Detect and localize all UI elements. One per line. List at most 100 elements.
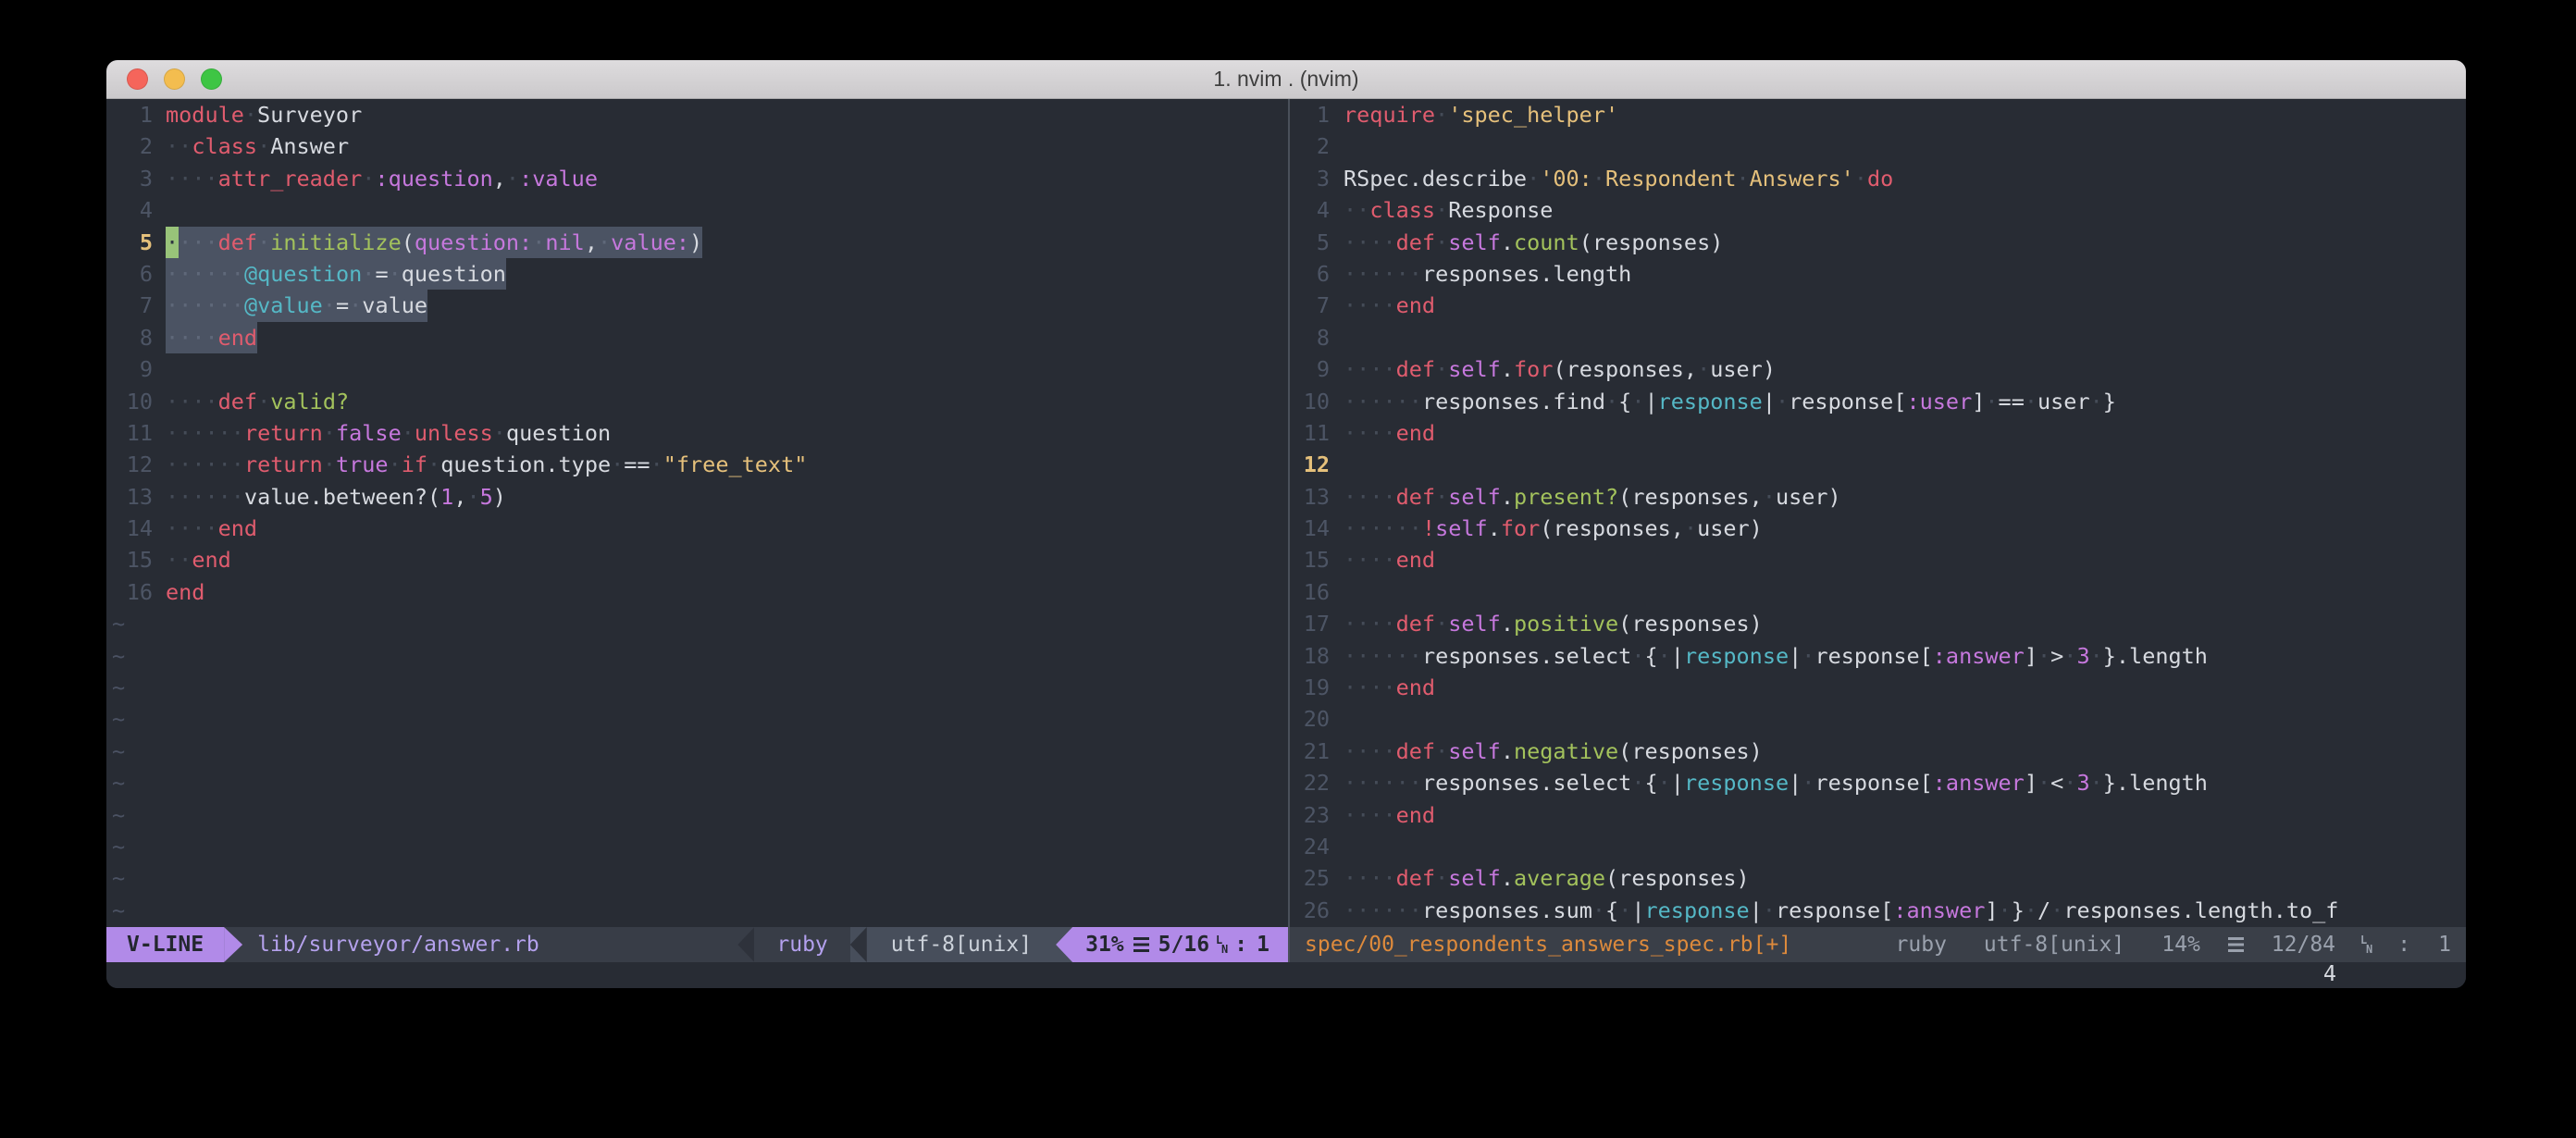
code-line[interactable]: 12······return·true·if·question.type·==·… [106,449,1288,480]
code-line[interactable]: 9 [106,353,1288,385]
code-text: ······@value·=·value [166,290,1288,321]
code-line[interactable]: 4 [106,194,1288,226]
code-line[interactable]: 1module·Surveyor [106,99,1288,130]
line-number: 9 [106,353,153,385]
code-text: ······responses.length [1344,258,2466,290]
code-line[interactable]: 3RSpec.describe·'00:·Respondent·Answers'… [1290,163,2466,194]
line-number: 13 [1290,481,1330,513]
encoding-label: utf-8[unix] [1984,927,2124,962]
mode-indicator: V-LINE [106,927,224,962]
code-text: ····end [1344,672,2466,703]
code-line[interactable]: 16end [106,576,1288,608]
code-line[interactable]: 6······responses.length [1290,258,2466,290]
line-number: 11 [106,417,153,449]
code-text: ··class·Answer [166,130,1288,162]
code-line[interactable]: 26······responses.sum·{·|response|·respo… [1290,895,2466,926]
right-code-area[interactable]: 1require·'spec_helper'23RSpec.describe·'… [1290,99,2466,927]
filetype-label: ruby [1896,927,1947,962]
code-line[interactable]: 13····def·self.present?(responses,·user) [1290,481,2466,513]
window-titlebar[interactable]: 1. nvim . (nvim) [106,60,2466,99]
code-line[interactable]: 22······responses.select·{·|response|·re… [1290,767,2466,798]
code-line[interactable]: 21····def·self.negative(responses) [1290,736,2466,767]
close-button[interactable] [127,68,148,90]
minimize-button[interactable] [164,68,185,90]
code-text [1344,703,2466,735]
visual-selection: ······@question·=·question [166,258,506,290]
code-line[interactable]: 14····end [106,513,1288,544]
code-text: ····def·self.average(responses) [1344,862,2466,894]
tilde-row: ~ [106,799,1288,831]
code-line[interactable]: 11 ······return·false·unless·question [106,417,1288,449]
code-line[interactable]: 17····def·self.positive(responses) [1290,608,2466,639]
line-number: 11 [1290,417,1330,449]
code-line[interactable]: 5····def·initialize(question:·nil,·value… [106,227,1288,258]
left-code-area[interactable]: 1module·Surveyor2··class·Answer3 ····attr… [106,99,1288,927]
gap [1947,927,1984,962]
column-separator: : [2397,927,2410,962]
code-text [1344,831,2466,862]
visual-selection: ······@value·=·value [166,290,427,321]
pane-spec-rb: 1require·'spec_helper'23RSpec.describe·'… [1290,99,2466,962]
code-line[interactable]: 19····end [1290,672,2466,703]
code-line[interactable]: 14······!self.for(responses,·user) [1290,513,2466,544]
powerline-left-arrow-icon [1056,927,1072,962]
code-line[interactable]: 11 ····end [1290,417,2466,449]
code-text: ······value.between?(1,·5) [166,481,1288,513]
lines-icon [1133,937,1149,952]
line-number: 3 [106,163,153,194]
column-separator: : [1234,933,1247,957]
code-line[interactable]: 15····end [1290,544,2466,575]
tilde-row: ~ [106,608,1288,639]
code-line[interactable]: 16 [1290,576,2466,608]
code-text: ····end [1344,417,2466,449]
code-text: ····def·self.negative(responses) [1344,736,2466,767]
command-line[interactable]: 4 [106,962,2466,988]
line-number-icon: LN [2363,927,2370,962]
code-line[interactable]: 6······@question·=·question [106,258,1288,290]
code-line[interactable]: 10······responses.find·{·|response|·resp… [1290,386,2466,417]
line-position: 12/84 [2272,927,2335,962]
terminal-window: 1. nvim . (nvim) 1module·Surveyor2··clas… [106,60,2466,988]
line-number: 14 [1290,513,1330,544]
code-line[interactable]: 5····def·self.count(responses) [1290,227,2466,258]
code-line[interactable]: 7····end [1290,290,2466,321]
code-line[interactable]: 13······value.between?(1,·5) [106,481,1288,513]
line-position: 5/16 [1158,933,1209,957]
line-number: 4 [106,194,153,226]
code-line[interactable]: 25 ····def·self.average(responses) [1290,862,2466,894]
code-line[interactable]: 8····end [106,322,1288,353]
empty-line-tilde: ~ [106,895,125,926]
zoom-button[interactable] [201,68,222,90]
code-line[interactable]: 2··class·Answer [106,130,1288,162]
code-line[interactable]: 10····def·valid? [106,386,1288,417]
code-line[interactable]: 3 ····attr_reader·:question,·:value [106,163,1288,194]
code-line[interactable]: 1require·'spec_helper' [1290,99,2466,130]
line-number: 25 [1290,862,1330,894]
code-line[interactable]: 7······@value·=·value [106,290,1288,321]
code-line[interactable]: 18······responses.select·{·|response|·re… [1290,640,2466,672]
tilde-row: ~ [106,831,1288,862]
code-line[interactable]: 4··class·Response [1290,194,2466,226]
line-number: 5 [1290,227,1330,258]
code-line[interactable]: 24 [1290,831,2466,862]
code-text: ··class·Response [1344,194,2466,226]
line-number: 14 [106,513,153,544]
code-line[interactable]: 8 [1290,322,2466,353]
code-text: ······return·true·if·question.type·==·"f… [166,449,1288,480]
code-line[interactable]: 23····end [1290,799,2466,831]
line-number: 26 [1290,895,1330,926]
tilde-row: ~ [106,767,1288,798]
code-line[interactable]: 2 [1290,130,2466,162]
line-number: 23 [1290,799,1330,831]
code-line[interactable]: 9····def·self.for(responses,·user) [1290,353,2466,385]
empty-line-tilde: ~ [106,608,125,639]
code-line[interactable]: 20 [1290,703,2466,735]
code-text: ······return·false·unless·question [166,417,1288,449]
line-number: 15 [106,544,153,575]
code-line[interactable]: 12 [1290,449,2466,480]
code-line[interactable]: 15··end [106,544,1288,575]
line-number: 1 [1290,99,1330,130]
desktop: 1. nvim . (nvim) 1module·Surveyor2··clas… [0,0,2576,1138]
code-text: ····attr_reader·:question,·:value [166,163,1288,194]
tilde-row: ~ [106,703,1288,735]
